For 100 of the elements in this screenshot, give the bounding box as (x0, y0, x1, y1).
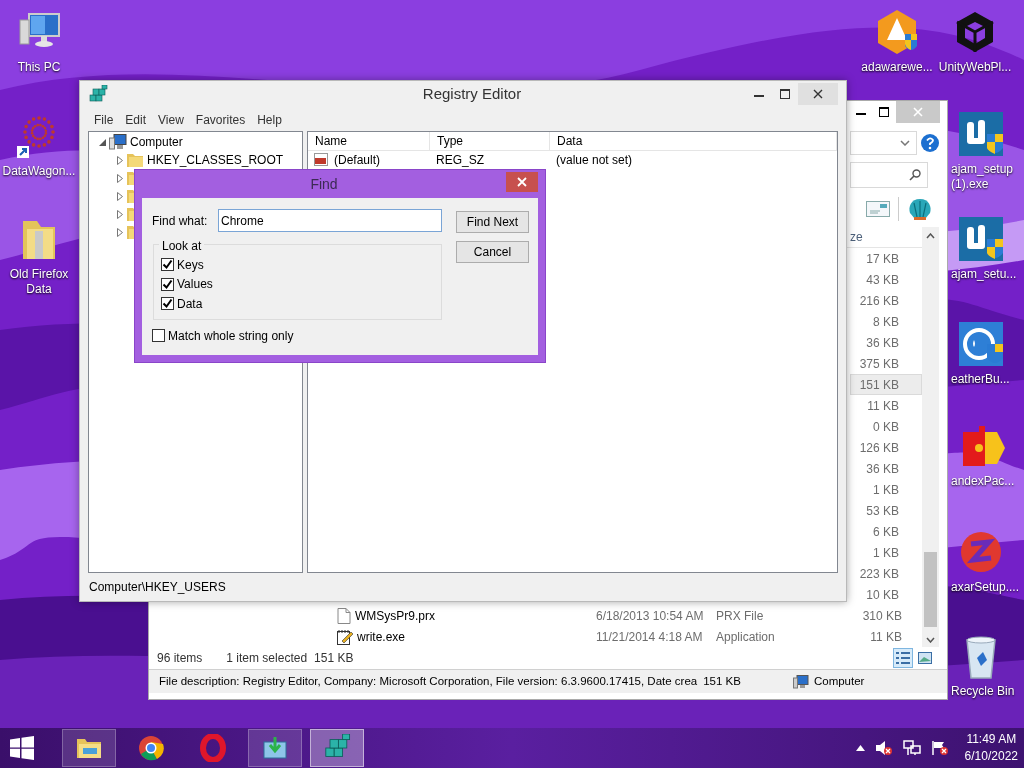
cancel-button[interactable]: Cancel (456, 241, 529, 263)
search-field[interactable] (850, 162, 928, 188)
scrollbar[interactable] (922, 227, 939, 647)
taskbar-button[interactable] (62, 729, 116, 767)
download-box-icon[interactable] (261, 734, 289, 762)
file-row[interactable]: 43 KB (850, 269, 922, 290)
checkbox-label[interactable]: Values (177, 275, 213, 294)
search-icon[interactable] (909, 169, 921, 181)
help-icon[interactable] (921, 134, 939, 152)
column-header[interactable]: Name (308, 132, 430, 150)
file-size: 151 KB (703, 673, 741, 689)
item-count: 96 items (157, 650, 203, 667)
icon-label[interactable]: Recycle Bin (951, 684, 1024, 699)
chevron-down-icon[interactable] (900, 140, 910, 146)
checkbox[interactable] (161, 277, 174, 291)
taskbar-button[interactable] (310, 729, 364, 767)
file-row[interactable]: 1 KB (850, 479, 922, 500)
file-row[interactable]: 126 KB (850, 437, 922, 458)
weather-gauge-icon[interactable] (957, 320, 1005, 368)
menu-item[interactable]: File (88, 111, 120, 129)
file-row[interactable]: 10 KB (850, 584, 922, 605)
string-value-icon (314, 153, 330, 167)
file-row[interactable]: WMSysPr9.prx 6/18/2013 10:54 AM PRX File 310 KB (149, 605, 922, 626)
file-row[interactable]: write.exe 11/21/2014 4:18 AM Application 11 KB (149, 626, 922, 647)
menu-item[interactable]: Edit (119, 111, 153, 129)
tree-item[interactable]: Computer (130, 133, 183, 151)
checkbox-label[interactable]: Data (177, 294, 203, 313)
file-row[interactable]: 223 KB (850, 563, 922, 584)
expand-icon[interactable] (117, 209, 123, 219)
icon-label[interactable]: ajam_setu... (951, 267, 1024, 282)
find-next-button[interactable]: Find Next (456, 211, 529, 233)
flag-icon[interactable] (930, 740, 949, 756)
file-row[interactable]: 216 KB (850, 290, 922, 311)
checkbox[interactable] (152, 329, 165, 343)
menu-item[interactable]: Help (251, 111, 288, 129)
installer-shield-icon[interactable] (957, 215, 1005, 263)
file-row[interactable]: 36 KB (850, 458, 922, 479)
maximize-icon[interactable] (879, 107, 889, 117)
icon-label[interactable]: ajam_setup (1).exe (951, 162, 1024, 192)
checkbox-label[interactable]: Keys (177, 255, 204, 274)
value-name[interactable]: (Default) (334, 151, 380, 169)
value-data: (value not set) (555, 152, 634, 169)
checkbox-label[interactable]: Match whole string only (168, 326, 294, 345)
expand-icon[interactable] (117, 173, 123, 183)
type-cell-text: PRX File (716, 607, 765, 625)
size-cell-text: 310 KB (861, 607, 902, 625)
scroll-up-icon[interactable] (926, 233, 935, 239)
tree-item[interactable]: HKEY_CLASSES_ROOT (147, 151, 284, 169)
icon-label[interactable]: Old Firefox Data (0, 267, 78, 297)
ring-icon[interactable] (199, 734, 227, 762)
size-cell-text: 216 KB (859, 292, 899, 310)
size-cell-text: 36 KB (866, 334, 899, 352)
expand-icon[interactable] (117, 227, 123, 237)
close-icon[interactable] (813, 89, 823, 99)
scrollbar-thumb[interactable] (924, 552, 937, 627)
shell-icon[interactable] (907, 197, 933, 221)
icon-label[interactable]: adawarewe... (861, 60, 933, 75)
close-button[interactable] (506, 172, 538, 192)
icon-label[interactable]: UnityWebPl... (938, 60, 1012, 75)
taskbar-button[interactable] (248, 729, 302, 767)
chevron-up-icon[interactable] (855, 745, 865, 751)
collapse-icon[interactable] (99, 138, 106, 146)
icon-label[interactable]: This PC (17, 60, 61, 75)
file-row[interactable]: 375 KB (850, 353, 922, 374)
file-name[interactable]: WMSysPr9.prx (355, 606, 435, 625)
clock-date[interactable]: 6/10/2022 (964, 748, 1018, 765)
dialog-title: Find (309, 174, 339, 194)
file-name[interactable]: write.exe (357, 627, 406, 646)
expand-icon[interactable] (117, 191, 123, 201)
file-row[interactable]: 1 KB (850, 542, 922, 563)
icon-label[interactable]: eatherBu... (951, 372, 1024, 387)
search-field[interactable]: Chrome (218, 209, 442, 232)
file-row[interactable]: 0 KB (850, 416, 922, 437)
icon-label[interactable]: DataWagon... (2, 164, 76, 179)
file-row[interactable]: 11 KB (850, 395, 922, 416)
file-row[interactable]: 53 KB (850, 500, 922, 521)
menu-item[interactable]: View (152, 111, 190, 129)
expand-icon[interactable] (117, 155, 123, 165)
clock-time[interactable]: 11:49 AM (964, 731, 1018, 748)
size-cell-text: 6 KB (873, 523, 899, 541)
installer-shield-icon[interactable] (957, 110, 1005, 158)
start-icon[interactable] (10, 736, 34, 760)
maximize-icon[interactable] (780, 89, 790, 99)
speaker-muted-icon[interactable] (874, 740, 893, 756)
icon-label[interactable]: axarSetup.... (951, 580, 1024, 595)
file-row[interactable]: 151 KB (850, 374, 922, 395)
column-header[interactable]: ze (850, 228, 863, 246)
file-row[interactable]: 8 KB (850, 311, 922, 332)
column-header[interactable]: Data (550, 132, 837, 150)
file-row[interactable]: 6 KB (850, 521, 922, 542)
file-row[interactable]: 36 KB (850, 332, 922, 353)
column-header[interactable]: Type (430, 132, 550, 150)
network-icon[interactable] (902, 740, 921, 756)
checkbox[interactable] (161, 258, 174, 272)
checkbox[interactable] (161, 297, 174, 311)
icon-label[interactable]: andexPac... (951, 474, 1024, 489)
menu-item[interactable]: Favorites (189, 111, 252, 129)
scroll-down-icon[interactable] (926, 637, 935, 643)
file-row[interactable]: 17 KB (850, 248, 922, 269)
browser-icon[interactable] (137, 734, 165, 762)
